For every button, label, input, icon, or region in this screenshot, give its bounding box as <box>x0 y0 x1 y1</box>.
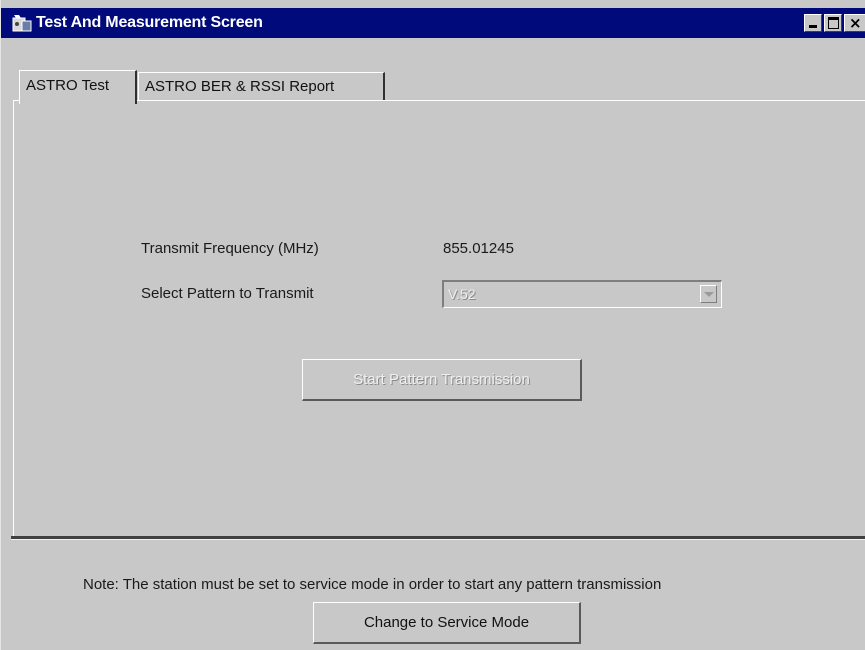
minimize-button[interactable] <box>804 14 822 32</box>
tab-astro-test[interactable]: ASTRO Test <box>19 70 137 104</box>
footer-separator <box>11 536 865 540</box>
start-pattern-transmission-button[interactable]: Start Pattern Transmission <box>302 359 582 401</box>
maximize-button[interactable] <box>824 14 842 32</box>
pattern-select[interactable]: V.52 <box>442 280 722 308</box>
test-measurement-window: Test And Measurement Screen × ASTRO Test… <box>0 0 865 650</box>
chevron-down-icon[interactable] <box>700 285 717 303</box>
tab-label: ASTRO BER & RSSI Report <box>145 78 335 95</box>
close-icon: × <box>849 14 862 32</box>
transmit-frequency-value: 855.01245 <box>443 240 514 257</box>
change-to-service-mode-button[interactable]: Change to Service Mode <box>313 602 581 644</box>
title-bar[interactable]: Test And Measurement Screen × <box>1 8 865 38</box>
window-title: Test And Measurement Screen <box>36 14 263 31</box>
tab-label: ASTRO Test <box>26 77 110 94</box>
select-pattern-label: Select Pattern to Transmit <box>141 285 314 302</box>
service-mode-note: Note: The station must be set to service… <box>83 576 662 593</box>
transmit-frequency-label: Transmit Frequency (MHz) <box>141 240 319 257</box>
service-button-label: Change to Service Mode <box>363 614 530 631</box>
start-button-label: Start Pattern Transmission <box>353 371 530 388</box>
app-icon <box>11 13 33 33</box>
pattern-select-value: V.52 <box>448 286 476 302</box>
tab-panel-astro-test <box>13 101 865 537</box>
close-button[interactable]: × <box>844 14 865 32</box>
tab-astro-ber-rssi-report[interactable]: ASTRO BER & RSSI Report <box>138 72 385 101</box>
